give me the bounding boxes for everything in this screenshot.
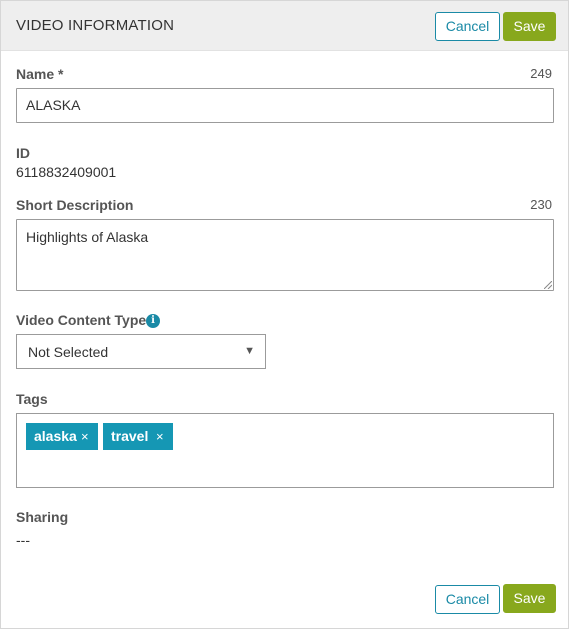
chevron-down-icon: ▼ [244, 345, 255, 357]
tag-chip: travel × [103, 423, 173, 450]
tags-label: Tags [16, 391, 48, 407]
short-description-char-counter: 230 [530, 197, 552, 212]
id-value: 6118832409001 [16, 164, 117, 180]
video-content-type-select[interactable]: Not Selected ▼ [16, 334, 266, 369]
id-label: ID [16, 145, 30, 161]
header-save-button[interactable]: Save [503, 12, 556, 41]
close-icon[interactable]: × [81, 423, 89, 450]
sharing-label: Sharing [16, 509, 69, 525]
footer-save-button[interactable]: Save [503, 584, 556, 613]
short-description-value: Highlights of Alaska [26, 229, 149, 245]
tags-input[interactable]: alaska × travel × [16, 413, 554, 488]
short-description-label: Short Description [16, 197, 134, 213]
name-input[interactable]: ALASKA [16, 88, 554, 123]
tag-label: alaska [34, 428, 77, 444]
header-cancel-button[interactable]: Cancel [435, 12, 500, 41]
tag-label: travel [111, 428, 149, 444]
video-content-type-label: Video Content Type [16, 312, 147, 328]
name-char-counter: 249 [530, 66, 552, 81]
video-content-type-selected: Not Selected [28, 344, 109, 360]
panel-title: VIDEO INFORMATION [16, 17, 175, 34]
footer-cancel-button[interactable]: Cancel [435, 585, 500, 614]
resize-handle-icon[interactable] [544, 281, 552, 289]
tag-chip: alaska × [26, 423, 98, 450]
close-icon[interactable]: × [156, 423, 164, 450]
panel-header: VIDEO INFORMATION Cancel Save [1, 1, 568, 51]
name-label: Name * [16, 66, 64, 82]
video-information-panel: VIDEO INFORMATION Cancel Save Name * 249… [0, 0, 569, 629]
short-description-textarea[interactable]: Highlights of Alaska [16, 219, 554, 291]
sharing-value: --- [16, 532, 30, 548]
info-icon[interactable]: i [146, 314, 160, 328]
